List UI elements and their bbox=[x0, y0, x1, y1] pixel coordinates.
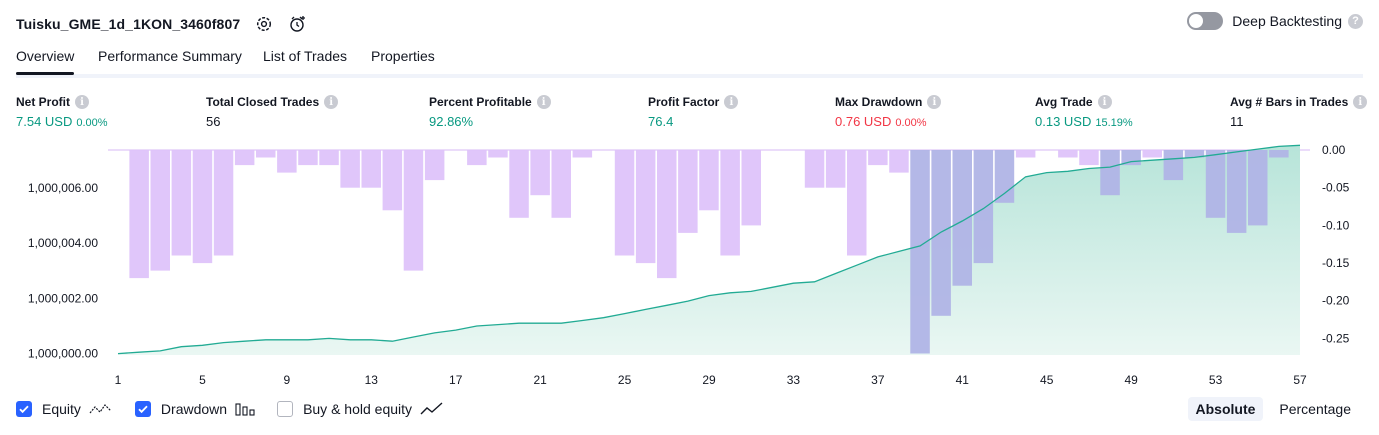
x-axis-tick-label: 13 bbox=[365, 373, 379, 387]
drawdown-bar bbox=[171, 150, 192, 256]
x-axis-tick-label: 1 bbox=[115, 373, 122, 387]
drawdown-bar bbox=[1015, 150, 1036, 158]
left-axis-tick-label: 1,000,004.00 bbox=[28, 236, 98, 250]
drawdown-bar bbox=[678, 150, 698, 233]
drawdown-bar bbox=[1205, 150, 1226, 218]
right-axis-tick-label: -0.20 bbox=[1322, 294, 1350, 308]
equity-drawdown-chart[interactable]: 1,000,006.00 1,000,004.00 1,000,002.00 1,00… bbox=[0, 0, 1379, 400]
buy-hold-line-icon bbox=[420, 402, 444, 416]
buy-hold-checkbox[interactable] bbox=[277, 401, 294, 417]
right-axis-tick-label: -0.15 bbox=[1322, 256, 1350, 270]
x-axis-tick-label: 9 bbox=[284, 373, 291, 387]
x-axis-tick-label: 5 bbox=[199, 373, 206, 387]
left-axis-tick-label: 1,000,000.00 bbox=[28, 347, 98, 361]
drawdown-bar bbox=[572, 150, 593, 158]
left-axis-tick-label: 1,000,006.00 bbox=[28, 181, 98, 195]
drawdown-bar bbox=[1163, 150, 1184, 181]
drawdown-bar bbox=[825, 150, 846, 188]
right-axis-tick-label: -0.10 bbox=[1322, 218, 1350, 232]
drawdown-bar bbox=[910, 150, 930, 354]
right-axis-tick-label: -0.25 bbox=[1322, 331, 1350, 345]
percentage-button[interactable]: Percentage bbox=[1271, 397, 1359, 421]
right-axis-tick-label: -0.05 bbox=[1322, 181, 1350, 195]
legend-drawdown[interactable]: Drawdown bbox=[134, 401, 255, 417]
chart-legend: Equity Drawdown Buy & hold equity bbox=[16, 401, 466, 417]
drawdown-bar bbox=[234, 150, 255, 166]
drawdown-bar bbox=[277, 150, 297, 173]
drawdown-bar bbox=[467, 150, 487, 166]
x-axis-tick-label: 49 bbox=[1124, 373, 1138, 387]
drawdown-bar bbox=[868, 150, 888, 166]
drawdown-bar bbox=[1269, 150, 1289, 158]
drawdown-bar bbox=[403, 150, 424, 271]
x-axis-tick-label: 29 bbox=[702, 373, 716, 387]
drawdown-bar bbox=[1100, 150, 1120, 196]
drawdown-bar bbox=[256, 150, 276, 158]
drawdown-bar bbox=[657, 150, 677, 279]
drawdown-bar bbox=[424, 150, 445, 181]
drawdown-bar bbox=[361, 150, 381, 188]
drawdown-bar bbox=[1248, 150, 1268, 226]
left-axis-tick-label: 1,000,002.00 bbox=[28, 291, 98, 305]
drawdown-bar bbox=[488, 150, 508, 158]
x-axis-tick-label: 53 bbox=[1209, 373, 1223, 387]
drawdown-bar bbox=[298, 150, 318, 166]
right-axis-tick-label: 0.00 bbox=[1322, 143, 1346, 157]
drawdown-bar bbox=[1226, 150, 1247, 233]
drawdown-bars-icon bbox=[235, 402, 255, 416]
x-axis-tick-label: 37 bbox=[871, 373, 885, 387]
legend-buy-hold-label: Buy & hold equity bbox=[303, 401, 413, 417]
drawdown-bar bbox=[889, 150, 909, 173]
drawdown-bar bbox=[1079, 150, 1099, 166]
x-axis-tick-label: 25 bbox=[618, 373, 632, 387]
legend-equity[interactable]: Equity bbox=[16, 401, 113, 417]
drawdown-bar bbox=[213, 150, 234, 256]
legend-buy-hold[interactable]: Buy & hold equity bbox=[277, 401, 444, 417]
x-axis-tick-label: 45 bbox=[1040, 373, 1054, 387]
equity-line-icon bbox=[89, 402, 113, 416]
drawdown-bar bbox=[952, 150, 972, 286]
drawdown-bar bbox=[994, 150, 1015, 203]
drawdown-checkbox[interactable] bbox=[134, 401, 151, 417]
drawdown-bar bbox=[741, 150, 761, 226]
drawdown-bar bbox=[382, 150, 403, 211]
x-axis-tick-label: 57 bbox=[1293, 373, 1307, 387]
drawdown-bar bbox=[129, 150, 149, 279]
drawdown-bar bbox=[509, 150, 529, 218]
drawdown-bar bbox=[720, 150, 740, 256]
drawdown-bar bbox=[614, 150, 635, 256]
drawdown-bar bbox=[551, 150, 571, 218]
legend-drawdown-label: Drawdown bbox=[160, 401, 228, 417]
absolute-button[interactable]: Absolute bbox=[1187, 397, 1264, 421]
x-axis-tick-label: 33 bbox=[787, 373, 801, 387]
drawdown-bar bbox=[340, 150, 360, 188]
drawdown-bar bbox=[699, 150, 719, 211]
x-axis-tick-label: 41 bbox=[956, 373, 970, 387]
x-axis-tick-label: 21 bbox=[533, 373, 547, 387]
drawdown-bar bbox=[931, 150, 951, 316]
drawdown-bar bbox=[973, 150, 994, 264]
drawdown-bar bbox=[1058, 150, 1078, 158]
scale-mode-switch: Absolute Percentage bbox=[1180, 397, 1360, 421]
drawdown-bar bbox=[804, 150, 825, 188]
drawdown-bar bbox=[635, 150, 656, 264]
drawdown-bar bbox=[319, 150, 339, 166]
legend-equity-label: Equity bbox=[42, 401, 81, 417]
drawdown-bar bbox=[192, 150, 213, 264]
drawdown-bar bbox=[847, 150, 867, 256]
drawdown-bar bbox=[530, 150, 550, 196]
equity-checkbox[interactable] bbox=[16, 401, 32, 417]
x-axis-tick-label: 17 bbox=[449, 373, 463, 387]
drawdown-bar bbox=[150, 150, 170, 271]
drawdown-bar bbox=[1142, 150, 1162, 158]
